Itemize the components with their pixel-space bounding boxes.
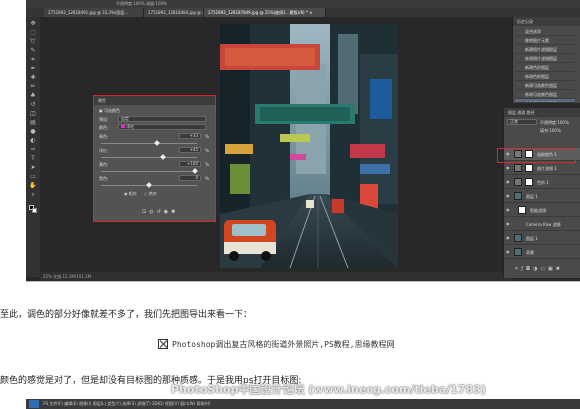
quick-select-tool-icon[interactable]: ✎ (29, 48, 37, 54)
brush-tool-icon[interactable]: ✏ (29, 84, 37, 90)
eraser-tool-icon[interactable]: ◫ (29, 111, 37, 117)
properties-highlight (93, 95, 216, 222)
layer-row[interactable]: ◉ 图层 1 (504, 232, 580, 245)
tab-document-1[interactable]: 2751892_12818491.jpg @ 33.3%(图层... (44, 8, 144, 17)
eye-icon[interactable]: ◉ (506, 222, 511, 226)
path-select-tool-icon[interactable]: ➤ (29, 165, 37, 171)
street-photo (220, 24, 398, 268)
clone-stamp-tool-icon[interactable]: ♣ (29, 93, 37, 99)
history-item[interactable]: 移除图片元素 (515, 36, 575, 45)
crop-tool-icon[interactable]: ⌗ (29, 57, 37, 63)
hand-tool-icon[interactable]: ✋ (29, 183, 37, 189)
lasso-tool-icon[interactable]: ➰ (29, 39, 37, 45)
layers-panel-tabs: 图层 通道 路径 (504, 108, 580, 117)
document-tabs: 2751892_12818491.jpg @ 33.3%(图层... 27518… (26, 8, 580, 17)
options-bar: 不透明度:100% 流量:100% (26, 0, 580, 8)
smart-filter-mask (518, 206, 526, 214)
blur-tool-icon[interactable]: ● (29, 129, 37, 135)
options-text: 不透明度:100% 流量:100% (116, 1, 167, 6)
tab-document-2[interactable]: 2751892_12818484.jpg @ 25%(色彩... (144, 8, 204, 17)
layer-row[interactable]: ◉ 图层 1 (504, 190, 580, 203)
gradient-tool-icon[interactable]: ▤ (29, 120, 37, 126)
eyedropper-tool-icon[interactable]: ✒ (29, 66, 37, 72)
history-panel: 历史记录 混合选项 移除图片元素 新建照片滤镜图层 修改照片滤镜图层 新建色阶图… (512, 17, 580, 103)
history-item[interactable]: 修改照片滤镜图层 (515, 54, 575, 63)
healing-brush-tool-icon[interactable]: ✚ (29, 75, 37, 81)
layer-row[interactable]: ◉ Camera Raw 滤镜 (504, 218, 580, 231)
layer-mask-thumb (525, 178, 533, 186)
history-item[interactable]: 混合选项 (515, 27, 575, 36)
photoshop-window: 不透明度:100% 流量:100% 2751892_12818491.jpg @… (26, 0, 580, 282)
layer-row[interactable]: ◉ 色阶 1 (504, 176, 580, 189)
layer-thumb (514, 192, 522, 200)
history-brush-tool-icon[interactable]: ↺ (29, 102, 37, 108)
layer-highlight (497, 148, 576, 163)
new-layer-icon[interactable]: ▣ (548, 266, 556, 272)
eye-icon[interactable]: ◉ (506, 208, 511, 212)
layer-mask-thumb (525, 164, 533, 172)
blend-mode-select[interactable]: 正常 (507, 119, 537, 125)
history-panel-title: 历史记录 (513, 17, 580, 26)
watermark: PhotoShop中国设计论坛 (www.lnecg.com/tieba/178… (171, 383, 486, 396)
layer-opacity[interactable]: 不透明度:100% (540, 120, 569, 126)
mask-icon[interactable]: ◘ (526, 266, 533, 272)
shape-tool-icon[interactable]: ▭ (29, 174, 37, 180)
history-item[interactable]: 新建色阶图层 (515, 63, 575, 72)
eye-icon[interactable]: ◉ (506, 180, 511, 184)
tab-document-3[interactable]: 2751892_128187849.jpg @ 25%(曲线1...蒙版)/8)… (204, 8, 326, 17)
layer-name: 图层 1 (526, 194, 538, 199)
pen-tool-icon[interactable]: ✑ (29, 147, 37, 153)
layer-name: 智能滤镜 (530, 208, 546, 213)
street-photo-illustration (220, 24, 398, 268)
menu-items[interactable]: PS 文件(F) 编辑(E) 图像(I) 图层(L) 类型(Y) 选择(S) 滤… (43, 401, 210, 406)
status-bar: 25% 文档:12.2M/101.2M (40, 272, 512, 281)
article-paragraph: 至此，调色的部分好像就差不多了，我们先把图导出来看一下： (0, 310, 253, 320)
zoom-tool-icon[interactable]: ⌕ (29, 192, 37, 198)
image-caption-text: Photoshop调出复古风格的街道外景照片,PS教程,思缘教程网 (172, 340, 395, 349)
background-color-swatch[interactable] (32, 208, 37, 213)
layer-name: 色阶 1 (537, 180, 549, 185)
layer-thumb (514, 234, 522, 242)
move-tool-icon[interactable]: ✥ (29, 21, 37, 27)
dodge-tool-icon[interactable]: ◐ (29, 138, 37, 144)
broken-image-icon (158, 339, 168, 349)
folder-icon[interactable]: ▭ (540, 266, 548, 272)
layer-row[interactable]: ◉ 背景 (504, 246, 580, 259)
layer-name: Camera Raw 滤镜 (526, 222, 561, 227)
adjustment-icon (514, 178, 522, 186)
image-caption: Photoshop调出复古风格的街道外景照片,PS教程,思缘教程网 (158, 339, 395, 350)
history-item[interactable]: 新建可选颜色图层 (515, 81, 575, 90)
type-tool-icon[interactable]: T (29, 156, 37, 162)
layer-name: 图层 1 (526, 236, 538, 241)
eye-icon[interactable]: ◉ (506, 250, 511, 254)
history-item[interactable]: 修改色阶图层 (515, 72, 575, 81)
layer-row[interactable]: ◉ 照片滤镜 1 (504, 162, 580, 175)
photoshop-menubar: PS 文件(F) 编辑(E) 图像(I) 图层(L) 类型(Y) 选择(S) 滤… (26, 399, 580, 409)
eye-icon[interactable]: ◉ (506, 166, 511, 170)
trash-icon[interactable]: ✖ (556, 266, 563, 272)
toolbar: ✥ ⬚ ➰ ✎ ⌗ ✒ ✚ ✏ ♣ ↺ ◫ ▤ ● ◐ ✑ T ➤ ▭ ✋ ⌕ (26, 17, 40, 277)
history-item[interactable]: 修改可选颜色图层 (515, 90, 575, 99)
layers-panel: 图层 通道 路径 正常 不透明度:100% 填充:100% ◉ 选取颜色 1 ◉… (503, 108, 580, 278)
eye-icon[interactable]: ◉ (506, 236, 511, 240)
layer-thumb (514, 248, 522, 256)
layer-name: 背景 (526, 250, 534, 255)
adjustment-icon (514, 164, 522, 172)
layer-row[interactable]: ◉ 智能滤镜 (504, 204, 580, 217)
layer-fill[interactable]: 填充:100% (540, 128, 561, 134)
marquee-tool-icon[interactable]: ⬚ (29, 30, 37, 36)
history-item-current[interactable]: 修改可选颜色图层 (515, 99, 575, 103)
ps-logo-icon (29, 400, 39, 408)
layer-name: 照片滤镜 1 (537, 166, 557, 171)
eye-icon[interactable]: ◉ (506, 194, 511, 198)
history-item[interactable]: 新建照片滤镜图层 (515, 45, 575, 54)
